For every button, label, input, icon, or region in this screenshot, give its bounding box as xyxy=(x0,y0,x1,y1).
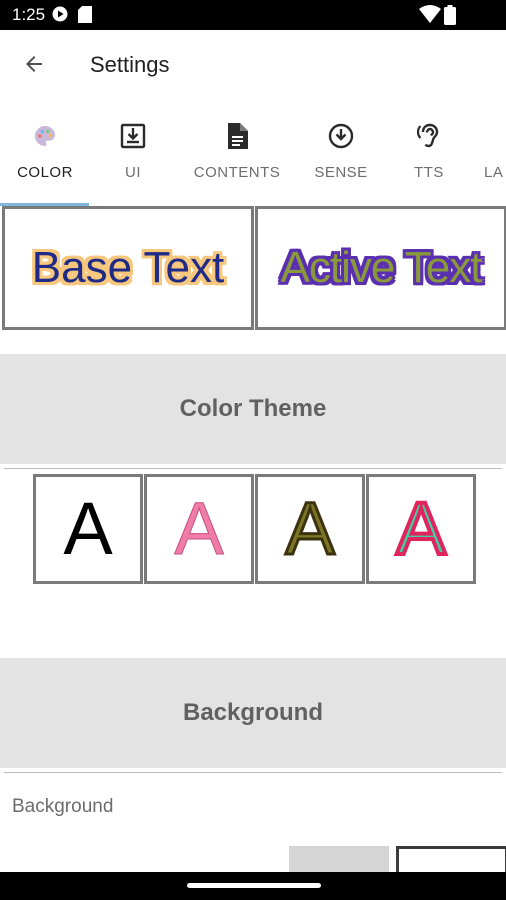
theme-letter: A xyxy=(174,487,224,570)
tab-la[interactable]: LA xyxy=(484,102,506,206)
color-theme-header: Color Theme xyxy=(0,354,506,464)
divider xyxy=(4,468,502,469)
base-text-label: Base Text xyxy=(31,243,225,292)
document-icon xyxy=(223,122,251,150)
navigation-bar xyxy=(0,872,506,900)
tab-tts[interactable]: TTS xyxy=(404,102,454,206)
tab-icon-placeholder xyxy=(484,122,506,150)
download-box-icon xyxy=(119,122,147,150)
palette-icon xyxy=(31,122,59,150)
divider xyxy=(4,772,502,773)
back-button[interactable] xyxy=(14,46,54,86)
play-store-icon xyxy=(52,6,68,27)
theme-letter: A xyxy=(394,487,447,570)
hearing-icon xyxy=(415,122,443,150)
sd-card-icon xyxy=(78,6,92,28)
theme-option-4[interactable]: A xyxy=(366,474,476,584)
tab-ui[interactable]: UI xyxy=(104,102,162,206)
active-text-preview[interactable]: Active Text xyxy=(255,206,506,330)
tab-label: TTS xyxy=(414,164,444,181)
home-handle[interactable] xyxy=(187,883,321,888)
text-preview-row: Base Text Active Text xyxy=(0,206,506,330)
color-theme-grid: A A A A xyxy=(33,474,476,584)
theme-option-2[interactable]: A xyxy=(144,474,254,584)
active-text-label: Active Text xyxy=(280,243,483,292)
tab-label: UI xyxy=(125,164,141,181)
tab-color[interactable]: COLOR xyxy=(14,102,76,206)
theme-option-3[interactable]: A xyxy=(255,474,365,584)
tab-label: SENSE xyxy=(314,164,368,181)
battery-icon xyxy=(444,5,456,30)
background-header: Background xyxy=(0,658,506,768)
tab-label: COLOR xyxy=(17,164,73,181)
tab-contents[interactable]: CONTENTS xyxy=(190,102,284,206)
app-bar: Settings xyxy=(0,30,506,102)
background-label: Background xyxy=(12,796,114,817)
base-text-preview[interactable]: Base Text xyxy=(2,206,254,330)
theme-letter: A xyxy=(284,487,336,570)
arrow-back-icon xyxy=(22,52,46,81)
status-bar: 1:25 xyxy=(0,0,506,30)
theme-letter: A xyxy=(63,487,113,570)
tab-sense[interactable]: SENSE xyxy=(310,102,372,206)
settings-screen: 1:25 Settings COLOR UI CONTENTS SENSE TT… xyxy=(0,0,506,900)
wifi-icon xyxy=(419,5,441,28)
tab-bar: COLOR UI CONTENTS SENSE TTS LA xyxy=(0,102,506,206)
page-title: Settings xyxy=(90,52,170,77)
tab-label: LA xyxy=(484,164,504,181)
theme-option-1[interactable]: A xyxy=(33,474,143,584)
status-time: 1:25 xyxy=(12,5,46,24)
tab-label: CONTENTS xyxy=(193,164,281,181)
download-circle-icon xyxy=(327,122,355,150)
